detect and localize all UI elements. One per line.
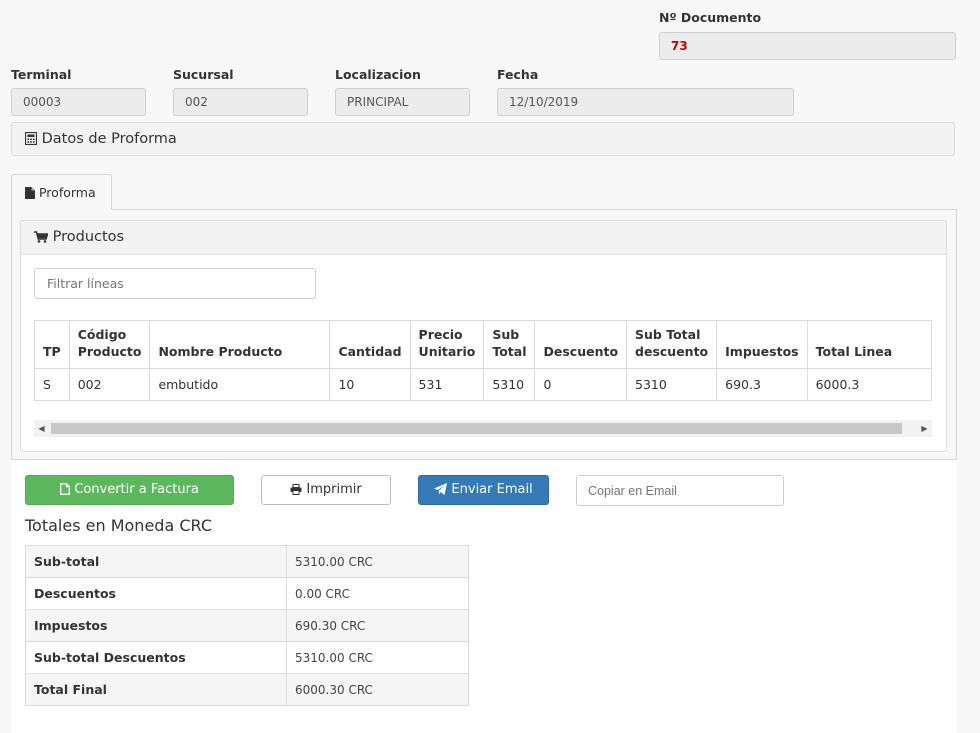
cell-subtotal-descuento: 5310 (626, 368, 718, 401)
copy-email-input[interactable] (576, 475, 784, 506)
doc-number-field[interactable]: 73 (659, 32, 956, 60)
table-row[interactable]: S 002 embutido 10 531 5310 0 5310 690.3 … (34, 368, 933, 401)
col-header-total-linea[interactable]: Total Linea (806, 320, 933, 369)
printer-icon (290, 482, 306, 497)
fecha-label: Fecha (497, 67, 539, 82)
file-icon (25, 185, 39, 200)
cell-tp: S (34, 368, 70, 401)
filter-lines-input[interactable] (34, 268, 316, 299)
calculator-icon (24, 131, 42, 147)
cell-nombre: embutido (149, 368, 331, 401)
print-button[interactable]: Imprimir (261, 475, 391, 505)
totals-value: 6000.30 CRC (286, 673, 469, 706)
terminal-label: Terminal (11, 67, 72, 82)
tab-proforma[interactable]: Proforma (11, 174, 112, 210)
shopping-cart-icon (34, 229, 53, 245)
totals-row: Sub-total Descuentos 5310.00 CRC (25, 641, 469, 674)
cell-impuestos: 690.3 (716, 368, 808, 401)
cell-codigo: 002 (68, 368, 151, 401)
totals-label: Sub-total (25, 545, 287, 578)
totals-label: Descuentos (25, 577, 287, 610)
totals-table: Sub-total 5310.00 CRC Descuentos 0.00 CR… (25, 545, 469, 706)
totals-value: 690.30 CRC (286, 609, 469, 642)
table-header-row: TP Código Producto Nombre Producto Canti… (34, 320, 933, 369)
totals-row: Descuentos 0.00 CRC (25, 577, 469, 610)
tab-label: Proforma (38, 185, 96, 200)
products-header: Productos (21, 221, 946, 255)
totals-label: Total Final (25, 673, 287, 706)
totals-row: Total Final 6000.30 CRC (25, 673, 469, 706)
totals-title: Totales en Moneda CRC (25, 516, 212, 535)
horizontal-scrollbar[interactable]: ◀ ▶ (34, 420, 932, 437)
print-label: Imprimir (306, 482, 362, 497)
totals-label: Impuestos (25, 609, 287, 642)
col-header-impuestos[interactable]: Impuestos (716, 320, 808, 369)
fecha-field[interactable]: 12/10/2019 (497, 88, 794, 116)
send-email-label: Enviar Email (451, 482, 533, 497)
col-header-cantidad[interactable]: Cantidad (329, 320, 411, 369)
totals-value: 5310.00 CRC (286, 641, 469, 674)
terminal-field[interactable]: 00003 (11, 88, 146, 116)
totals-label: Sub-total Descuentos (25, 641, 287, 674)
scrollbar-thumb[interactable] (51, 423, 902, 434)
convert-invoice-label: Convertir a Factura (74, 482, 199, 497)
sucursal-label: Sucursal (173, 67, 234, 82)
send-email-button[interactable]: Enviar Email (418, 475, 549, 505)
localizacion-field[interactable]: PRINCIPAL (335, 88, 470, 116)
products-panel: Productos TP Código Producto Nombre Prod… (20, 220, 947, 452)
col-header-subtotal[interactable]: Sub Total (483, 320, 536, 369)
col-header-descuento[interactable]: Descuento (534, 320, 628, 369)
doc-number-label: Nº Documento (659, 10, 762, 25)
products-title: Productos (52, 229, 125, 245)
totals-value: 5310.00 CRC (286, 545, 469, 578)
convert-invoice-button[interactable]: Convertir a Factura (25, 475, 234, 505)
scroll-right-arrow-icon[interactable]: ▶ (917, 420, 932, 437)
totals-row: Sub-total 5310.00 CRC (25, 545, 469, 578)
file-outline-icon (60, 482, 74, 497)
col-header-nombre[interactable]: Nombre Producto (149, 320, 331, 369)
scroll-left-arrow-icon[interactable]: ◀ (34, 420, 49, 437)
paper-plane-icon (434, 482, 451, 497)
section-title: Datos de Proforma (41, 131, 177, 147)
totals-value: 0.00 CRC (286, 577, 469, 610)
cell-total-linea: 6000.3 (806, 368, 933, 401)
datos-proforma-header: Datos de Proforma (11, 122, 955, 156)
sucursal-field[interactable]: 002 (173, 88, 308, 116)
totals-row: Impuestos 690.30 CRC (25, 609, 469, 642)
col-header-codigo[interactable]: Código Producto (68, 320, 151, 369)
cell-precio: 531 (409, 368, 485, 401)
products-table: TP Código Producto Nombre Producto Canti… (34, 320, 933, 401)
col-header-precio[interactable]: Precio Unitario (409, 320, 485, 369)
localizacion-label: Localizacion (335, 67, 421, 82)
cell-cantidad: 10 (329, 368, 411, 401)
col-header-tp[interactable]: TP (34, 320, 70, 369)
cell-descuento: 0 (534, 368, 628, 401)
col-header-subtotal-descuento[interactable]: Sub Total descuento (626, 320, 718, 369)
cell-subtotal: 5310 (483, 368, 536, 401)
